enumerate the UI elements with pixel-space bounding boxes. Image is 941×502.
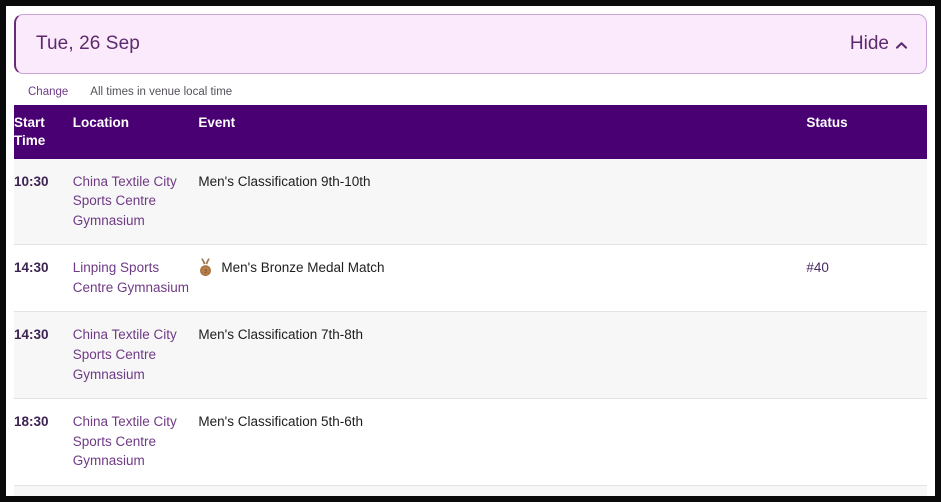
schedule-meta: Change All times in venue local time (14, 82, 232, 102)
chevron-up-icon (895, 39, 908, 52)
table-row: 14:30 Linping Sports Centre Gymnasium 3 … (14, 244, 927, 313)
cell-location: China Textile City Sports Centre Gymnasi… (72, 398, 199, 486)
cell-status (806, 485, 927, 496)
cell-location: China Textile City Sports Centre Gymnasi… (72, 158, 199, 246)
table-body: 10:30 China Textile City Sports Centre G… (14, 158, 927, 496)
cell-status (806, 158, 927, 246)
event-label: Men's Bronze Medal Match (221, 260, 385, 276)
table-row: 14:30 China Textile City Sports Centre G… (14, 311, 927, 400)
schedule-table: Start Time Location Event Status 10:30 C… (14, 105, 927, 496)
cell-start-time: 18:30 (14, 398, 73, 486)
cell-status (806, 398, 927, 486)
page-frame: Tue, 26 Sep Hide Change All times in ven… (0, 0, 941, 502)
cell-event: Men's Classification 7th-8th (198, 311, 807, 400)
cell-start-time: 19:30 (14, 485, 73, 496)
cell-status (806, 311, 927, 400)
svg-text:3: 3 (204, 270, 207, 276)
table-row: 19:30 Linping Sports Centre Gymnasium (14, 485, 927, 496)
date-banner[interactable]: Tue, 26 Sep Hide (14, 14, 927, 74)
location-link[interactable]: China Textile City Sports Centre Gymnasi… (73, 327, 177, 381)
status-value: #40 (806, 260, 829, 276)
column-header-location: Location (72, 105, 199, 159)
bronze-medal-icon: 3 (198, 258, 213, 277)
timezone-note: All times in venue local time (90, 86, 233, 98)
event-label: Men's Classification 9th-10th (198, 173, 371, 189)
cell-start-time: 14:30 (14, 311, 73, 400)
table-row: 10:30 China Textile City Sports Centre G… (14, 158, 927, 246)
cell-event: 1 Men's Gold Medal Match (198, 485, 807, 496)
date-title: Tue, 26 Sep (36, 33, 140, 54)
cell-start-time: 10:30 (14, 158, 73, 246)
cell-location: China Textile City Sports Centre Gymnasi… (72, 311, 199, 400)
location-link[interactable]: China Textile City Sports Centre Gymnasi… (73, 414, 177, 468)
cell-location: Linping Sports Centre Gymnasium (72, 485, 199, 496)
cell-status: #40 (806, 244, 927, 313)
table-header: Start Time Location Event Status (14, 105, 927, 159)
cell-event: 3 Men's Bronze Medal Match (198, 244, 807, 313)
cell-location: Linping Sports Centre Gymnasium (72, 244, 199, 313)
column-header-event: Event (198, 105, 807, 159)
location-link[interactable]: Linping Sports Centre Gymnasium (73, 260, 189, 295)
hide-toggle-label: Hide (849, 33, 889, 54)
event-label: Men's Classification 5th-6th (198, 414, 364, 430)
cell-event: Men's Classification 9th-10th (198, 158, 807, 246)
table-row: 18:30 China Textile City Sports Centre G… (14, 398, 927, 486)
hide-toggle-button[interactable]: Hide (850, 33, 908, 55)
schedule-panel: Tue, 26 Sep Hide Change All times in ven… (6, 6, 935, 496)
change-timezone-link[interactable]: Change (28, 86, 68, 98)
event-label: Men's Classification 7th-8th (198, 327, 364, 343)
cell-start-time: 14:30 (14, 244, 73, 313)
column-header-start-time: Start Time (14, 105, 73, 159)
location-link[interactable]: China Textile City Sports Centre Gymnasi… (73, 174, 177, 228)
table-header-row: Start Time Location Event Status (14, 105, 927, 159)
cell-event: Men's Classification 5th-6th (198, 398, 807, 486)
column-header-status: Status (806, 105, 927, 159)
